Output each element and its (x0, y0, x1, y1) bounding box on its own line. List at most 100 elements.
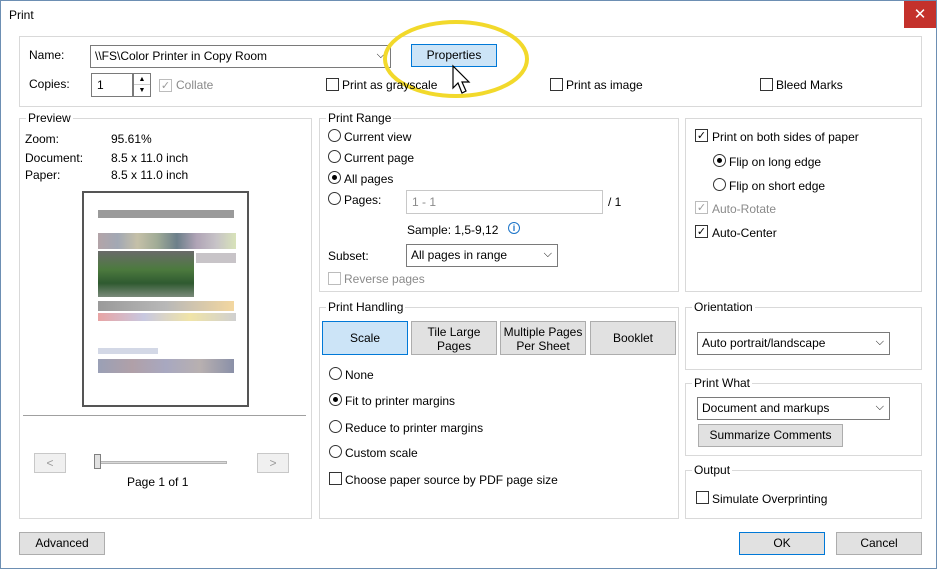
output-title: Output (692, 463, 733, 477)
chevron-down-icon: ⌵ (543, 247, 552, 260)
previous-page-button[interactable]: < (34, 453, 66, 473)
bleed-marks-checkbox[interactable] (760, 78, 773, 91)
pages-total: / 1 (608, 195, 622, 209)
custom-scale-label: Custom scale (345, 446, 418, 460)
all-pages-label: All pages (344, 172, 394, 186)
auto-rotate-checkbox[interactable]: ✓ (695, 201, 708, 214)
ok-button[interactable]: OK (739, 532, 825, 555)
all-pages-radio[interactable] (328, 171, 341, 184)
tab-scale[interactable]: Scale (322, 321, 408, 355)
flip-long-edge-label: Flip on long edge (729, 155, 822, 169)
collate-checkbox[interactable]: ✓ (159, 79, 172, 92)
subset-label: Subset: (328, 249, 369, 263)
zoom-value: 95.61% (111, 132, 152, 146)
printer-name-value: \\FS\Color Printer in Copy Room (95, 49, 268, 63)
fit-to-margins-radio[interactable] (329, 393, 342, 406)
auto-rotate-label: Auto-Rotate (712, 202, 777, 216)
copies-input[interactable]: 1 (91, 73, 133, 97)
document-size-label: Document: (25, 151, 84, 165)
preview-image-block (98, 251, 194, 297)
reduce-to-margins-radio[interactable] (329, 420, 342, 433)
spin-up-icon[interactable]: ▲ (134, 74, 150, 85)
orientation-value: Auto portrait/landscape (702, 336, 826, 350)
print-as-image-checkbox[interactable] (550, 78, 563, 91)
preview-title: Preview (26, 111, 73, 125)
preview-header-block (98, 210, 234, 218)
pages-label: Pages: (344, 193, 382, 207)
cursor-arrow-icon (452, 64, 471, 94)
chevron-down-icon: ⌵ (875, 400, 884, 413)
printer-name-select[interactable]: \\FS\Color Printer in Copy Room ⌵ (90, 45, 391, 68)
both-sides-label: Print on both sides of paper (712, 130, 859, 144)
flip-short-edge-label: Flip on short edge (729, 179, 826, 193)
pages-range-input[interactable]: 1 - 1 (406, 190, 603, 214)
paper-size-value: 8.5 x 11.0 inch (111, 168, 189, 182)
auto-center-label: Auto-Center (712, 226, 777, 240)
pages-radio[interactable] (328, 192, 341, 205)
reduce-to-margins-label: Reduce to printer margins (345, 421, 484, 435)
advanced-button[interactable]: Advanced (19, 532, 105, 555)
subset-select[interactable]: All pages in range ⌵ (406, 244, 558, 267)
current-page-radio[interactable] (328, 150, 341, 163)
preview-footer-row (98, 359, 234, 373)
zoom-label: Zoom: (25, 132, 60, 146)
page-slider-handle[interactable] (94, 454, 101, 469)
subset-value: All pages in range (411, 248, 508, 262)
paper-source-label: Choose paper source by PDF page size (345, 473, 558, 487)
print-what-select[interactable]: Document and markups ⌵ (697, 397, 890, 420)
name-label: Name: (29, 48, 65, 62)
orientation-select[interactable]: Auto portrait/landscape ⌵ (697, 332, 890, 355)
orientation-title: Orientation (692, 300, 755, 314)
paper-source-checkbox[interactable] (329, 472, 342, 485)
scale-none-label: None (345, 368, 374, 382)
simulate-overprinting-label: Simulate Overprinting (712, 492, 828, 506)
preview-image-row (98, 233, 236, 249)
page-indicator: Page 1 of 1 (127, 475, 189, 489)
flip-short-edge-radio[interactable] (713, 178, 726, 191)
grayscale-label: Print as grayscale (342, 78, 438, 92)
info-icon[interactable]: i (508, 222, 520, 234)
print-range-title: Print Range (326, 111, 394, 125)
current-page-label: Current page (344, 151, 415, 165)
preview-bar-row (98, 301, 234, 311)
current-view-label: Current view (344, 130, 412, 144)
preview-divider (23, 415, 306, 416)
simulate-overprinting-checkbox[interactable] (696, 491, 709, 504)
bleed-marks-label: Bleed Marks (776, 78, 843, 92)
reverse-pages-label: Reverse pages (344, 272, 425, 286)
cancel-button[interactable]: Cancel (836, 532, 922, 555)
next-page-button[interactable]: > (257, 453, 289, 473)
copies-stepper[interactable]: ▲ ▼ (133, 73, 151, 97)
preview-line-a (98, 348, 158, 354)
close-button[interactable]: ✕ (904, 1, 936, 28)
spin-down-icon[interactable]: ▼ (134, 85, 150, 96)
copies-label: Copies: (29, 77, 70, 91)
page-slider-track[interactable] (97, 461, 227, 464)
preview-text-block (196, 253, 236, 263)
collate-label: Collate (176, 78, 214, 92)
auto-center-checkbox[interactable]: ✓ (695, 225, 708, 238)
print-dialog: Print ✕ Name: \\FS\Color Printer in Copy… (0, 0, 937, 569)
print-what-title: Print What (692, 376, 753, 390)
paper-size-label: Paper: (25, 168, 61, 182)
print-what-value: Document and markups (702, 401, 830, 415)
scale-none-radio[interactable] (329, 367, 342, 380)
both-sides-checkbox[interactable]: ✓ (695, 129, 708, 142)
window-title: Print (9, 8, 34, 22)
flip-long-edge-radio[interactable] (713, 154, 726, 167)
fit-to-margins-label: Fit to printer margins (345, 394, 456, 408)
tab-tile-large-pages[interactable]: Tile Large Pages (411, 321, 497, 355)
tab-multiple-pages-per-sheet[interactable]: Multiple Pages Per Sheet (500, 321, 586, 355)
page-preview (82, 191, 249, 407)
summarize-comments-button[interactable]: Summarize Comments (698, 424, 843, 447)
print-handling-title: Print Handling (326, 300, 406, 314)
print-as-image-label: Print as image (566, 78, 643, 92)
preview-color-row (98, 313, 236, 321)
document-size-value: 8.5 x 11.0 inch (111, 151, 189, 165)
chevron-down-icon: ⌵ (875, 335, 884, 348)
custom-scale-radio[interactable] (329, 445, 342, 458)
current-view-radio[interactable] (328, 129, 341, 142)
reverse-pages-checkbox[interactable] (328, 272, 341, 285)
grayscale-checkbox[interactable] (326, 78, 339, 91)
tab-booklet[interactable]: Booklet (590, 321, 676, 355)
